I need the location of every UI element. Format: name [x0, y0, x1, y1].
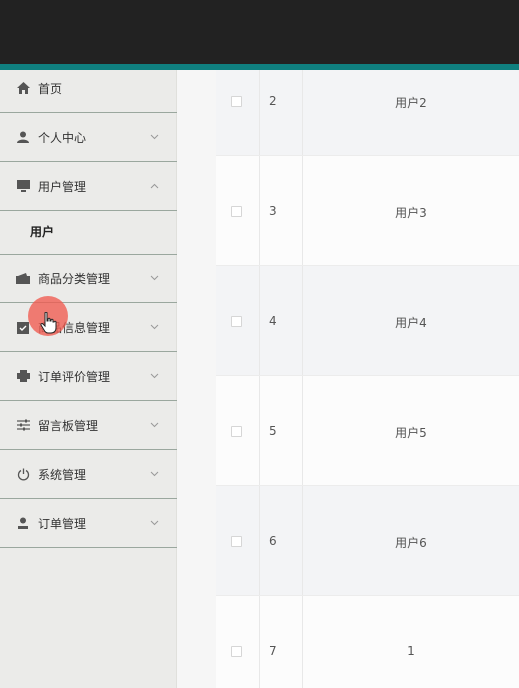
sidebar-item-home[interactable]: 首页 [0, 64, 177, 113]
chevron-down-icon [150, 519, 159, 528]
column-divider [259, 486, 260, 595]
home-icon [16, 81, 30, 95]
sidebar-item-system-management[interactable]: 系统管理 [0, 450, 177, 499]
row-index: 6 [269, 534, 277, 548]
column-divider [259, 156, 260, 265]
submenu-item-user[interactable]: 用户 [0, 208, 177, 254]
row-username: 1 [407, 644, 415, 658]
row-checkbox[interactable] [231, 206, 242, 217]
user-table: 2 用户2 3 用户3 4 用户4 5 用户5 6 用户6 7 1 [216, 70, 519, 688]
row-username: 用户4 [395, 316, 427, 330]
row-index: 5 [269, 424, 277, 438]
sidebar-item-product-management[interactable]: 商品信息管理 [0, 303, 177, 352]
sidebar: 首页 个人中心 用户管理 用户 商品分类管理 商品信息管理 订单评价管理 留言板… [0, 70, 177, 688]
row-checkbox[interactable] [231, 536, 242, 547]
monitor-icon [16, 179, 30, 193]
wallet-icon [16, 272, 30, 286]
sidebar-item-label: 订单管理 [38, 516, 87, 531]
column-divider [302, 596, 303, 688]
sidebar-item-label: 留言板管理 [38, 418, 99, 433]
sidebar-item-profile[interactable]: 个人中心 [0, 113, 177, 162]
column-divider [302, 70, 303, 155]
sidebar-item-label: 系统管理 [38, 467, 87, 482]
chevron-down-icon [150, 421, 159, 430]
user-icon [16, 516, 30, 530]
sidebar-item-user-management[interactable]: 用户管理 [0, 162, 177, 211]
sidebar-item-label: 首页 [38, 81, 63, 96]
sidebar-item-message-board[interactable]: 留言板管理 [0, 401, 177, 450]
power-icon [16, 467, 30, 481]
row-username: 用户6 [395, 536, 427, 550]
column-divider [259, 376, 260, 485]
chevron-up-icon [150, 182, 159, 191]
row-checkbox[interactable] [231, 96, 242, 107]
row-username: 用户2 [395, 96, 427, 110]
chevron-down-icon [150, 323, 159, 332]
sidebar-item-label: 商品分类管理 [38, 272, 111, 286]
column-divider [259, 596, 260, 688]
table-row[interactable]: 5 用户5 [216, 376, 519, 486]
table-row[interactable]: 6 用户6 [216, 486, 519, 596]
row-checkbox[interactable] [231, 316, 242, 327]
chevron-down-icon [150, 372, 159, 381]
person-icon [16, 130, 30, 144]
printer-icon [16, 369, 30, 383]
sidebar-item-label: 个人中心 [38, 130, 87, 145]
table-row[interactable]: 2 用户2 [216, 70, 519, 156]
row-index: 7 [269, 644, 277, 658]
row-username: 用户3 [395, 206, 427, 220]
sidebar-item-label: 用户管理 [38, 179, 87, 194]
content-gutter [177, 70, 216, 688]
column-divider [259, 70, 260, 155]
sidebar-item-category-management[interactable]: 商品分类管理 [0, 254, 177, 303]
submenu-item-label: 用户 [30, 224, 55, 239]
table-row[interactable]: 4 用户4 [216, 266, 519, 376]
table-row[interactable]: 3 用户3 [216, 156, 519, 266]
top-bar [0, 0, 519, 64]
clipboard-icon [16, 320, 30, 334]
row-index: 2 [269, 94, 277, 108]
chevron-down-icon [150, 274, 159, 283]
sidebar-item-label: 订单评价管理 [38, 369, 111, 384]
row-index: 4 [269, 314, 277, 328]
row-checkbox[interactable] [231, 426, 242, 437]
chevron-down-icon [150, 133, 159, 142]
row-index: 3 [269, 204, 277, 218]
sliders-icon [16, 418, 30, 432]
column-divider [259, 266, 260, 375]
row-username: 用户5 [395, 426, 427, 440]
hand-cursor-icon [40, 311, 58, 334]
table-row[interactable]: 7 1 [216, 596, 519, 688]
chevron-down-icon [150, 470, 159, 479]
sidebar-item-review-management[interactable]: 订单评价管理 [0, 352, 177, 401]
row-checkbox[interactable] [231, 646, 242, 657]
sidebar-item-order-management[interactable]: 订单管理 [0, 499, 177, 548]
